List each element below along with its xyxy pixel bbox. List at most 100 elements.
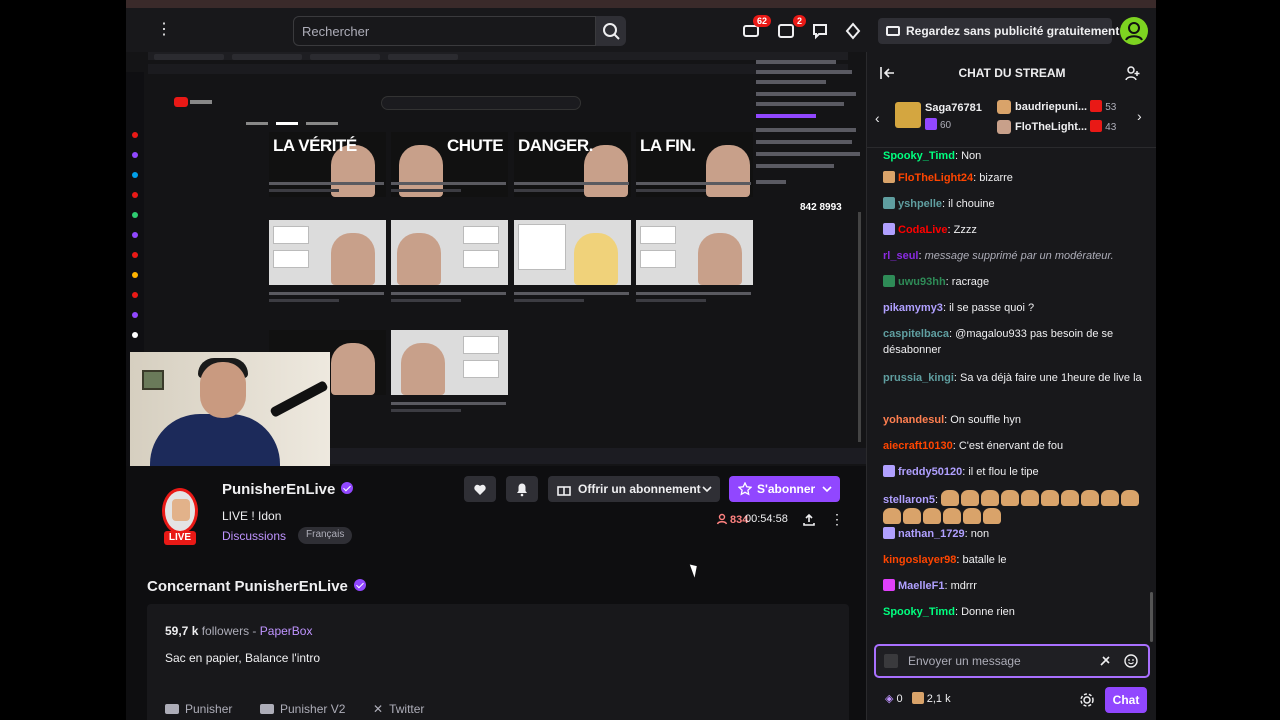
chat-username[interactable]: aiecraft10130 — [883, 440, 953, 452]
chat-badge-icon — [883, 527, 895, 539]
verified-icon — [341, 482, 354, 494]
chat-username[interactable]: yshpelle — [898, 198, 942, 210]
bits-value: 2,1 k — [926, 693, 951, 705]
chat-message-text: il se passe quoi ? — [949, 302, 1035, 314]
users-icon[interactable] — [1125, 65, 1141, 81]
x-icon: ✕ — [373, 702, 384, 716]
gift-leaderboard: ‹ Saga76781 60 baudriepuni... 53 FloTheL… — [867, 92, 1156, 148]
about-panel: 59,7 k followers - PaperBox Sac en papie… — [147, 604, 849, 720]
chat-username[interactable]: yohandesul — [883, 414, 944, 426]
social-link-youtube-v2[interactable]: Punisher V2 — [260, 702, 345, 716]
chat-message: kingoslayer98: batalle le — [883, 554, 1007, 566]
team-link[interactable]: PaperBox — [260, 624, 313, 638]
social-link-twitter[interactable]: ✕ Twitter — [373, 702, 424, 716]
emote-icon — [1061, 490, 1080, 506]
chevron-down-icon — [702, 486, 712, 493]
emote-icon — [981, 490, 1000, 506]
chat-username[interactable]: prussia_kingi — [883, 372, 954, 384]
ad-icon — [886, 26, 900, 36]
emote-icon — [923, 508, 941, 524]
gift-leader-3: FloTheLight... 43 — [1015, 120, 1117, 133]
chat-username[interactable]: MaelleF1 — [898, 580, 944, 592]
chat-username[interactable]: Spooky_Timd — [883, 606, 955, 618]
channel-avatar[interactable] — [162, 488, 198, 534]
captured-search-bar — [381, 96, 581, 110]
chat-username[interactable]: CodaLive — [898, 224, 948, 236]
crown-button[interactable] — [843, 21, 863, 41]
video-thumbnail: LA FIN. — [636, 132, 753, 197]
avatar-icon — [997, 100, 1011, 114]
search-icon — [603, 23, 620, 40]
more-options-icon[interactable]: ⋮ — [830, 511, 844, 528]
emote-icon — [1081, 490, 1100, 506]
chat-message-text: On souffle hyn — [950, 414, 1021, 426]
language-tag[interactable]: Français — [298, 527, 353, 544]
emote-icon[interactable] — [1124, 654, 1138, 668]
chat-message: CodaLive: Zzzz — [883, 222, 1145, 238]
chat-message: aiecraft10130: C'est énervant de fou — [883, 440, 1064, 452]
chat-message-text: bizarre — [979, 172, 1013, 184]
chat-username[interactable]: pikamymy3 — [883, 302, 943, 314]
chat-username[interactable]: nathan_1729 — [898, 528, 965, 540]
user-avatar[interactable] — [1120, 17, 1148, 45]
gift-leader-1: Saga76781 — [925, 102, 982, 114]
chat-badge-icon — [883, 197, 895, 209]
live-badge: LIVE — [164, 531, 196, 545]
gear-icon[interactable] — [1079, 692, 1095, 708]
channel-name[interactable]: PunisherEnLive — [222, 481, 354, 498]
chat-message: MaelleF1: mdrrr — [883, 578, 1145, 594]
youtube-icon — [260, 704, 274, 714]
chevron-right-icon[interactable]: › — [1137, 108, 1142, 124]
window-top-strip — [126, 0, 1156, 8]
captured-url-bar — [148, 64, 848, 74]
chat-badge-icon — [883, 579, 895, 591]
follow-button[interactable] — [464, 476, 496, 502]
chat-message: nathan_1729: non — [883, 526, 1145, 542]
share-icon[interactable] — [802, 513, 816, 527]
youtube-icon — [165, 704, 179, 714]
more-menu-icon[interactable]: ⋮ — [154, 20, 174, 40]
subscribe-button[interactable]: S'abonner — [729, 476, 840, 502]
search-input[interactable]: Rechercher — [293, 16, 596, 46]
badge-icon — [884, 654, 898, 668]
chat-message: yohandesul: On souffle hyn — [883, 414, 1021, 426]
social-link-youtube[interactable]: Punisher — [165, 702, 232, 716]
chat-username[interactable]: stellaron5 — [883, 494, 935, 506]
chevron-left-icon[interactable]: ‹ — [875, 110, 880, 126]
inbox-button[interactable]: 2 — [776, 15, 806, 41]
video-thumbnail — [391, 220, 508, 285]
search-button[interactable] — [596, 16, 626, 46]
chat-username[interactable]: kingoslayer98 — [883, 554, 956, 566]
about-heading: Concernant PunisherEnLive — [147, 578, 366, 595]
chat-badge-icon — [883, 223, 895, 235]
channel-points[interactable]: ◈ 0 2,1 k — [885, 692, 951, 705]
gift-subscription-button[interactable]: Offrir un abonnement — [548, 476, 720, 502]
gem-icon — [845, 22, 861, 40]
emote-icon — [983, 508, 1001, 524]
ad-free-button[interactable]: Regardez sans publicité gratuitement — [878, 18, 1119, 44]
whispers-button[interactable] — [810, 21, 830, 41]
send-chat-button[interactable]: Chat — [1105, 687, 1147, 713]
emote-icon — [943, 508, 961, 524]
gift-subscription-label: Offrir un abonnement — [578, 482, 701, 496]
chat-username[interactable]: freddy50120 — [898, 466, 962, 478]
chat-username[interactable]: rl_seul — [883, 250, 918, 262]
chat-input[interactable]: Envoyer un message — [874, 644, 1150, 678]
points-icon: ◈ — [885, 693, 894, 705]
video-thumbnail — [514, 220, 631, 285]
inbox-badge: 2 — [792, 15, 806, 27]
notification-bell-button[interactable] — [506, 476, 538, 502]
chat-message: caspitelbaca: @magalou933 pas besoin de … — [883, 328, 1114, 356]
chat-username[interactable]: Spooky_Timd — [883, 150, 955, 162]
chat-username[interactable]: caspitelbaca — [883, 328, 949, 340]
video-player[interactable]: LA VÉRITÉ CHUTE DANGER. LA FIN. 842 8993 — [126, 52, 866, 466]
top-nav: ⋮ Rechercher 62 2 Regardez sans publicit… — [126, 8, 1156, 52]
bits-icon[interactable] — [1098, 654, 1112, 668]
notifications-button[interactable]: 62 — [741, 15, 771, 41]
category-link[interactable]: Discussions — [222, 529, 286, 543]
emote-icon — [1001, 490, 1020, 506]
chat-scrollbar[interactable] — [1150, 592, 1153, 642]
gift-leader-1-count: 60 — [925, 118, 951, 131]
chat-username[interactable]: uwu93hh — [898, 276, 946, 288]
chat-username[interactable]: FloTheLight24 — [898, 172, 973, 184]
